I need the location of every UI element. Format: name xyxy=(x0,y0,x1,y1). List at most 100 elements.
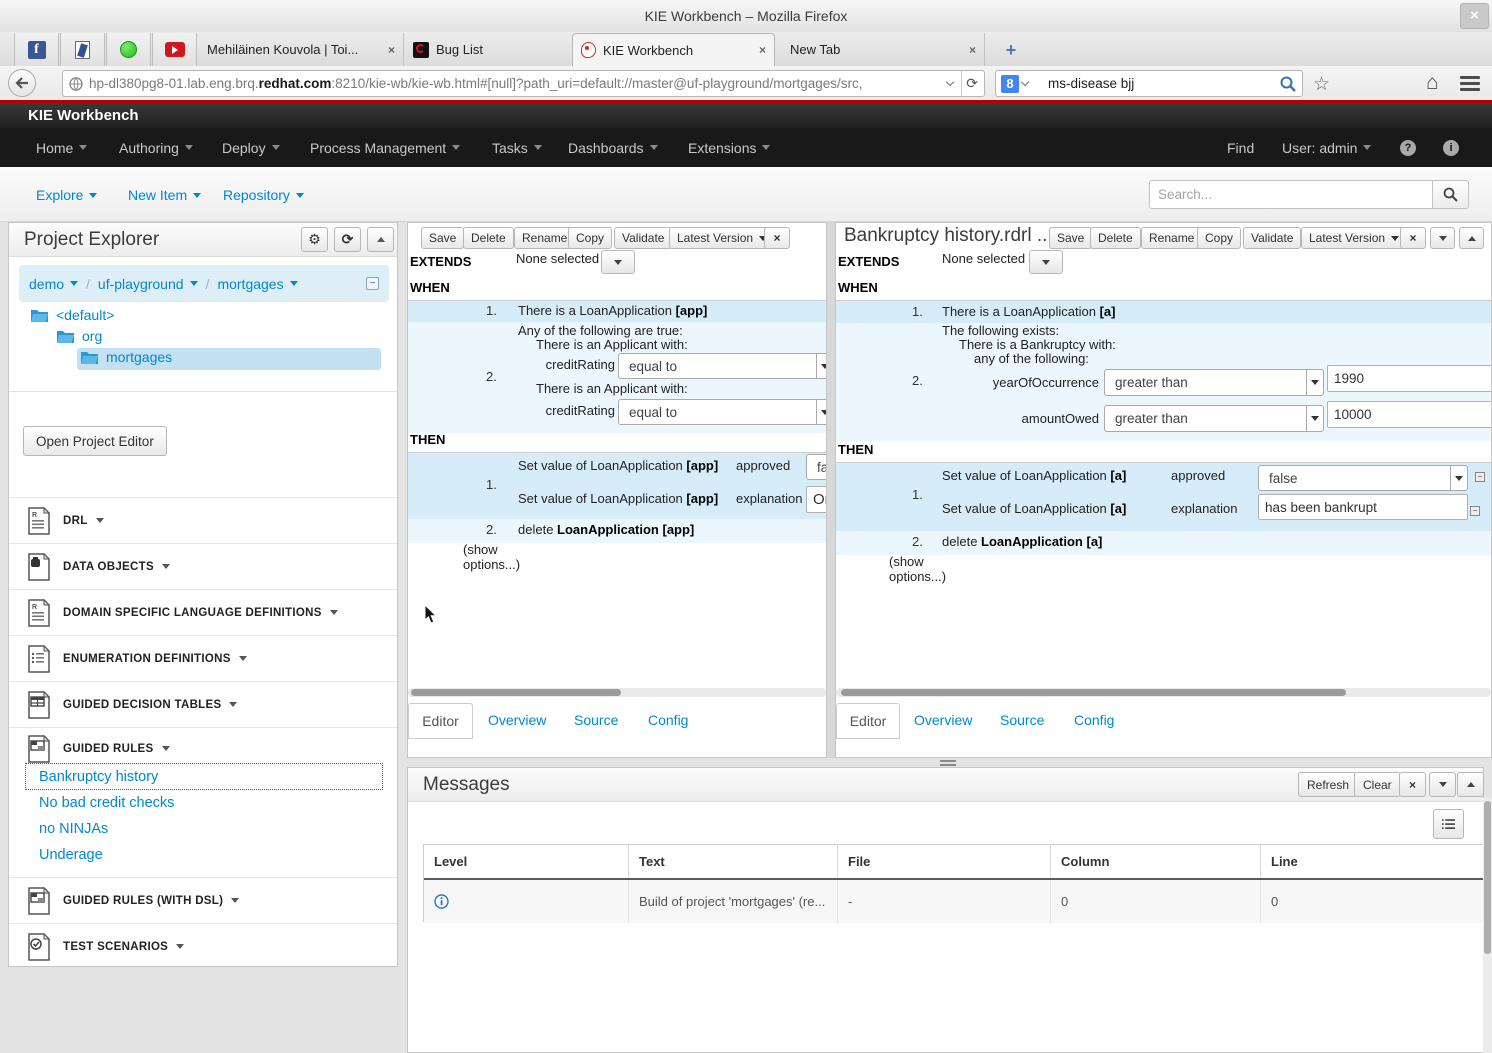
home-icon[interactable]: ⌂ xyxy=(1426,71,1439,95)
pinned-tab-notes[interactable] xyxy=(60,33,105,66)
tab-source[interactable]: Source xyxy=(1000,712,1044,728)
horizontal-scrollbar[interactable] xyxy=(408,688,826,697)
workbench-search-button[interactable] xyxy=(1432,180,1469,209)
column-header-text[interactable]: Text xyxy=(629,845,838,878)
extends-dropdown-button[interactable] xyxy=(1029,250,1063,274)
rule-item-bankruptcy-history[interactable]: Bankruptcy history xyxy=(39,769,158,785)
url-bar[interactable]: hp-dl380pg8-01.lab.eng.brq.redhat.com:82… xyxy=(62,70,985,97)
search-engine-dropdown-icon[interactable] xyxy=(1021,78,1029,86)
close-editor-button[interactable]: × xyxy=(764,227,790,249)
section-drl[interactable]: R DRL xyxy=(9,497,397,543)
menu-authoring[interactable]: Authoring xyxy=(119,128,193,167)
section-guided-decision-tables[interactable]: GUIDED DECISION TABLES xyxy=(9,681,397,727)
section-enumeration-definitions[interactable]: ENUMERATION DEFINITIONS xyxy=(9,635,397,681)
minimize-editor-button[interactable] xyxy=(1430,227,1455,249)
menu-user[interactable]: User: admin xyxy=(1282,128,1371,167)
pinned-tab-youtube[interactable] xyxy=(152,33,197,66)
section-guided-rules-with-dsl[interactable]: GUIDED RULES (WITH DSL) xyxy=(9,877,397,923)
when-row-1[interactable] xyxy=(836,301,1491,323)
value-input-clipped[interactable]: On xyxy=(806,486,827,513)
tree-item-org[interactable]: org xyxy=(57,328,102,344)
value-input-amount[interactable] xyxy=(1327,401,1492,428)
breadcrumb-repo[interactable]: demo xyxy=(29,276,78,292)
list-view-button[interactable] xyxy=(1433,809,1464,839)
tree-item-mortgages[interactable]: mortgages xyxy=(81,349,172,365)
scrollbar-thumb[interactable] xyxy=(841,689,1346,696)
bookmark-star-icon[interactable]: ☆ xyxy=(1313,73,1330,96)
approved-value-select[interactable]: false xyxy=(1258,465,1468,491)
new-tab-button[interactable]: + xyxy=(1001,40,1021,60)
browser-tab-4[interactable]: New Tab × xyxy=(782,33,985,66)
tab-config[interactable]: Config xyxy=(1074,712,1114,728)
field-widget-icon[interactable]: − xyxy=(1475,472,1485,482)
browser-tab-1[interactable]: Mehiläinen Kouvola | Toi... × xyxy=(199,33,404,66)
breadcrumb-branch[interactable]: uf-playground xyxy=(98,276,198,292)
window-close-button[interactable]: × xyxy=(1460,3,1489,29)
close-editor-button[interactable]: × xyxy=(1400,227,1426,249)
menu-hamburger-icon[interactable] xyxy=(1460,76,1480,94)
menu-process-management[interactable]: Process Management xyxy=(310,128,460,167)
field-widget-icon[interactable]: − xyxy=(1470,506,1480,516)
resize-handle-icon[interactable] xyxy=(940,760,956,766)
scrollbar-thumb[interactable] xyxy=(1484,801,1491,954)
tab-source[interactable]: Source xyxy=(574,712,618,728)
latest-version-button[interactable]: Latest Version xyxy=(669,227,775,249)
column-header-level[interactable]: Level xyxy=(424,845,629,878)
browser-search-input[interactable] xyxy=(1048,73,1248,94)
clear-messages-button[interactable]: Clear xyxy=(1354,772,1401,797)
tab-editor[interactable]: Editor xyxy=(836,703,900,739)
value-input-year[interactable] xyxy=(1327,365,1492,392)
subnav-explore[interactable]: Explore xyxy=(36,187,97,203)
rename-button[interactable]: Rename xyxy=(1141,227,1202,249)
show-options-link[interactable]: (show options...) xyxy=(889,554,951,584)
rule-item-no-bad-credit-checks[interactable]: No bad credit checks xyxy=(39,795,174,811)
settings-button[interactable]: ⚙ xyxy=(301,227,328,252)
info-icon[interactable]: i xyxy=(1443,140,1459,156)
then-row-2[interactable] xyxy=(836,531,1491,555)
rule-item-no-ninjas[interactable]: no NINJAs xyxy=(39,821,108,837)
horizontal-scrollbar[interactable] xyxy=(836,688,1491,697)
tab-close-icon[interactable]: × xyxy=(388,43,395,57)
tab-editor[interactable]: Editor xyxy=(408,703,473,739)
vertical-scrollbar[interactable] xyxy=(1483,798,1492,1053)
value-select-clipped[interactable]: fa xyxy=(806,454,827,480)
url-dropdown-icon[interactable] xyxy=(946,78,954,86)
collapse-panel-button[interactable] xyxy=(367,227,394,252)
pinned-tab-green[interactable] xyxy=(106,33,151,66)
rule-item-underage[interactable]: Underage xyxy=(39,847,103,863)
browser-search-bar[interactable]: 8 xyxy=(995,70,1303,97)
collapse-editor-button[interactable] xyxy=(1459,227,1484,249)
section-data-objects[interactable]: DATA OBJECTS xyxy=(9,543,397,589)
column-header-line[interactable]: Line xyxy=(1261,845,1485,878)
panel-splitter[interactable] xyxy=(827,222,835,758)
column-header-file[interactable]: File xyxy=(838,845,1051,878)
workbench-search-input[interactable] xyxy=(1149,180,1433,209)
save-button[interactable]: Save xyxy=(1049,227,1092,249)
pinned-tab-facebook[interactable]: f xyxy=(14,33,59,66)
validate-button[interactable]: Validate xyxy=(1243,227,1301,249)
menu-home[interactable]: Home xyxy=(36,128,87,167)
latest-version-button[interactable]: Latest Version xyxy=(1301,227,1407,249)
tab-close-icon[interactable]: × xyxy=(969,43,976,57)
tab-config[interactable]: Config xyxy=(648,712,688,728)
refresh-button[interactable]: ⟳ xyxy=(334,227,361,252)
menu-dashboards[interactable]: Dashboards xyxy=(568,128,658,167)
menu-tasks[interactable]: Tasks xyxy=(492,128,542,167)
tab-overview[interactable]: Overview xyxy=(914,712,972,728)
explanation-value-input[interactable] xyxy=(1258,494,1468,520)
subnav-repository[interactable]: Repository xyxy=(223,187,304,203)
extends-dropdown-button[interactable] xyxy=(601,250,635,274)
copy-button[interactable]: Copy xyxy=(1197,227,1241,249)
show-options-link[interactable]: (show options...) xyxy=(463,542,525,572)
operator-select[interactable]: greater than xyxy=(1104,405,1324,432)
delete-button[interactable]: Delete xyxy=(463,227,514,249)
minimize-panel-button[interactable] xyxy=(1429,772,1456,797)
close-panel-button[interactable]: × xyxy=(1399,772,1426,797)
operator-select[interactable]: equal to xyxy=(618,399,827,425)
tree-item-default[interactable]: <default> xyxy=(31,307,114,323)
subnav-new-item[interactable]: New Item xyxy=(128,187,201,203)
back-button[interactable] xyxy=(8,69,36,97)
rename-button[interactable]: Rename xyxy=(514,227,575,249)
breadcrumb-project[interactable]: mortgages xyxy=(217,276,297,292)
menu-extensions[interactable]: Extensions xyxy=(688,128,770,167)
